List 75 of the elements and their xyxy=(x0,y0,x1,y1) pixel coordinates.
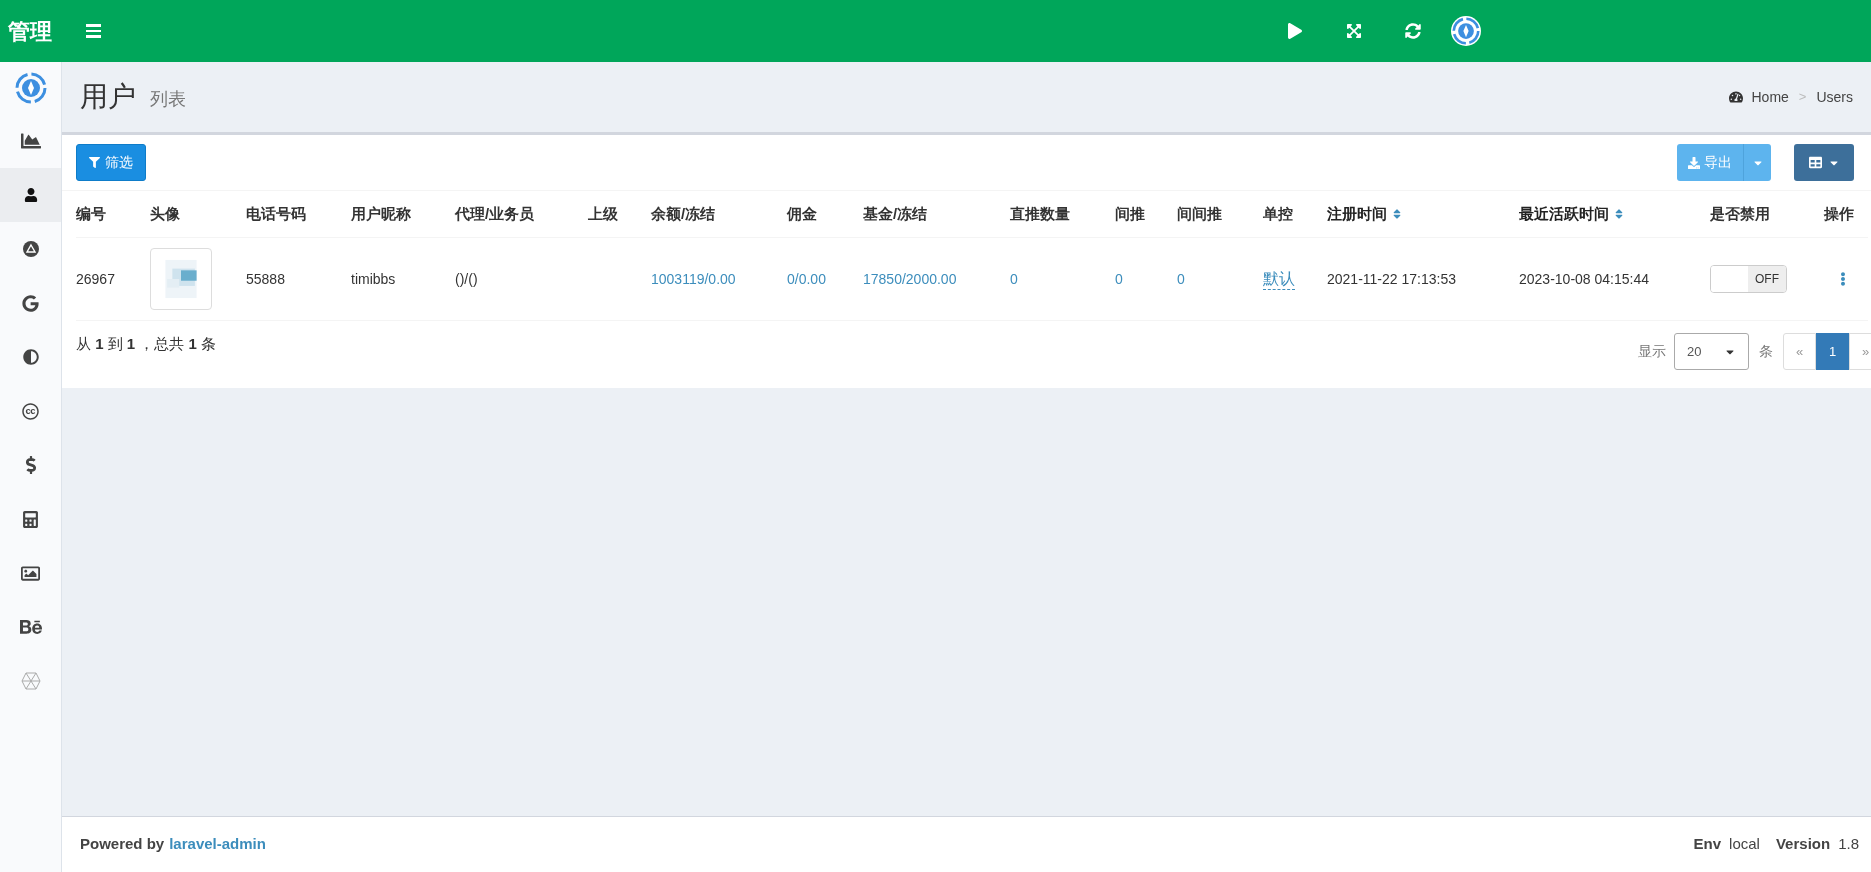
logo-icon xyxy=(14,72,47,104)
triangle-circle-icon xyxy=(22,241,39,257)
table-cell-text: 55888 xyxy=(246,269,285,289)
column-header: 余额/冻结 xyxy=(651,203,716,224)
env-value: local xyxy=(1729,834,1760,855)
hexagon-icon xyxy=(20,672,41,690)
breadcrumb-link[interactable]: Home xyxy=(1751,86,1789,108)
column-header: 间间推 xyxy=(1177,203,1222,224)
download-icon xyxy=(1688,156,1700,169)
area-chart-icon xyxy=(20,131,41,151)
column-header: 佣金 xyxy=(787,203,817,224)
cc-icon xyxy=(22,402,39,420)
breadcrumb-link[interactable]: Users xyxy=(1816,86,1853,108)
laravel-admin-link[interactable]: laravel-admin xyxy=(169,833,266,856)
column-header: 间推 xyxy=(1115,203,1145,224)
filter-button[interactable]: 筛选 xyxy=(76,144,146,181)
table-cell-text: ()/() xyxy=(455,269,478,289)
table-cell-text: timibbs xyxy=(351,269,396,289)
page-link[interactable]: « xyxy=(1783,333,1816,370)
per-page-unit: 条 xyxy=(1759,342,1773,361)
menu-icon[interactable] xyxy=(86,24,101,38)
column-header: 是否禁用 xyxy=(1710,203,1770,224)
table-icon xyxy=(1808,156,1822,169)
version-value: 1.8 xyxy=(1838,834,1859,855)
column-header: 头像 xyxy=(150,203,180,224)
value-link[interactable]: 0/0.00 xyxy=(787,268,826,290)
brand-title[interactable]: 管理 xyxy=(8,14,70,48)
result-summary: 从 1 到 1 ，总共 1 条 xyxy=(76,334,217,354)
column-header: 代理/业务员 xyxy=(455,203,535,224)
filter-icon xyxy=(89,157,100,168)
play-icon[interactable] xyxy=(1287,23,1303,39)
table-cell-text: 2021-11-22 17:13:53 xyxy=(1327,269,1456,289)
image-icon xyxy=(21,563,40,583)
per-page-select[interactable]: 20 xyxy=(1674,333,1749,370)
column-header: 单控 xyxy=(1263,203,1293,224)
column-header[interactable]: 最近活跃时间 xyxy=(1519,202,1609,226)
table-cell-text: 26967 xyxy=(76,269,115,289)
user-icon xyxy=(23,188,38,202)
sort-icon[interactable] xyxy=(1391,208,1403,220)
contrast-icon xyxy=(22,349,39,365)
per-page-label: 显示 xyxy=(1638,342,1666,361)
page-subtitle: 列表 xyxy=(150,87,186,111)
g-letter-icon xyxy=(22,294,39,312)
page-link[interactable]: » xyxy=(1849,333,1871,370)
version-label: Version xyxy=(1775,834,1831,855)
value-link[interactable]: 0 xyxy=(1177,268,1185,290)
column-header: 操作 xyxy=(1824,203,1854,224)
sidebar-item[interactable] xyxy=(0,168,61,222)
calculator-icon xyxy=(22,510,39,528)
breadcrumb-separator: > xyxy=(1798,88,1807,107)
dashboard-icon xyxy=(1729,90,1744,104)
page-title: 用户 xyxy=(80,80,136,114)
user-avatar-icon xyxy=(1452,17,1480,45)
column-header: 编号 xyxy=(76,203,106,224)
column-header: 上级 xyxy=(588,203,618,224)
refresh-icon[interactable] xyxy=(1405,23,1421,39)
value-link[interactable]: 1003119/0.00 xyxy=(651,268,736,290)
editable-link[interactable]: 默认 xyxy=(1263,268,1295,290)
value-link[interactable]: 0 xyxy=(1115,268,1123,290)
export-button[interactable]: 导出 xyxy=(1677,144,1743,181)
page-link[interactable]: 1 xyxy=(1816,333,1849,370)
fullscreen-icon[interactable] xyxy=(1346,23,1362,39)
value-link[interactable]: 17850/2000.00 xyxy=(863,268,957,290)
column-header[interactable]: 注册时间 xyxy=(1327,202,1387,226)
table-cell-text: 2023-10-08 04:15:44 xyxy=(1519,269,1649,289)
column-header: 用户昵称 xyxy=(351,203,411,224)
env-label: Env xyxy=(1693,834,1722,855)
column-header: 基金/冻结 xyxy=(863,203,928,224)
powered-by-text: Powered by xyxy=(80,834,165,855)
sort-icon[interactable] xyxy=(1613,208,1625,220)
value-link[interactable]: 0 xyxy=(1010,268,1018,290)
column-header: 电话号码 xyxy=(246,203,306,224)
column-header: 直推数量 xyxy=(1010,203,1070,224)
columns-button[interactable] xyxy=(1794,144,1854,181)
toggle-switch[interactable]: OFF xyxy=(1710,265,1787,293)
